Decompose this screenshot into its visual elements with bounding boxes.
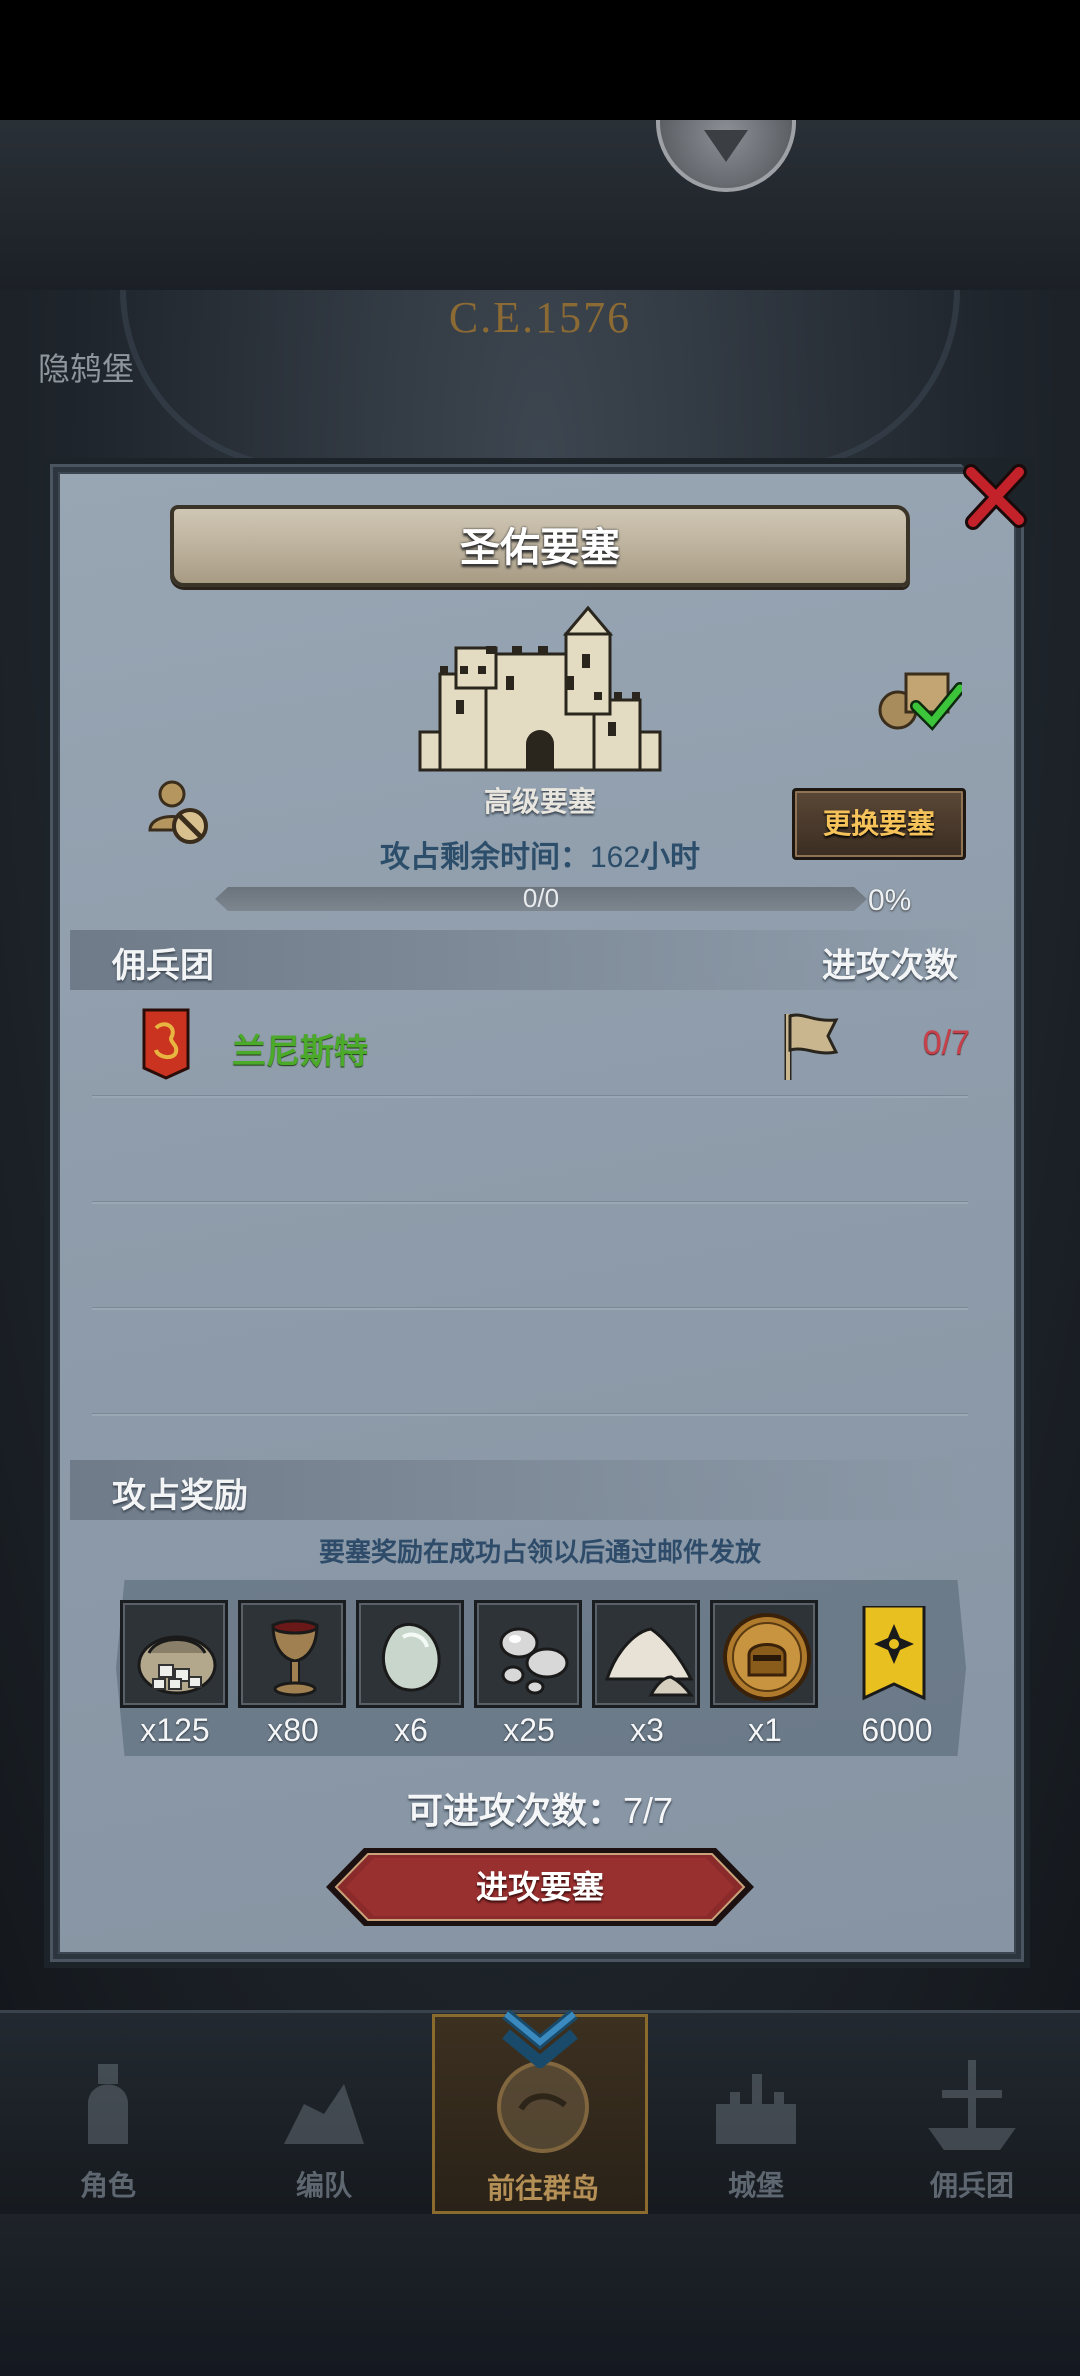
fortress-type-label: 高级要塞 (483, 786, 596, 817)
knight-helmet-medal-icon (723, 1613, 811, 1701)
reward-qty: x3 (630, 1712, 664, 1748)
close-button[interactable] (955, 458, 1035, 538)
nav-label: 城堡 (727, 2170, 784, 2201)
reward-qty: x6 (394, 1712, 428, 1748)
row-divider (92, 1308, 968, 1310)
gold-banner-icon (862, 1606, 926, 1701)
reward-item[interactable] (710, 1600, 818, 1708)
attacks-column-title: 进攻次数 (822, 947, 958, 985)
town-label: 隐鸫堡 (38, 351, 135, 387)
reward-item[interactable] (238, 1600, 346, 1708)
reward-qty: x25 (503, 1712, 555, 1748)
change-fortress-label: 更换要塞 (822, 808, 935, 839)
arrow-down-icon (704, 130, 748, 162)
timer-label: 攻占剩余时间： (379, 841, 590, 874)
status-bar-area (0, 0, 1080, 120)
close-icon (955, 458, 1035, 538)
map-compass-icon (497, 2061, 589, 2153)
lion-banner-icon (142, 1008, 190, 1080)
nav-label: 佣兵团 (929, 2170, 1014, 2201)
attack-flag-icon (784, 1013, 839, 1080)
timer-value: 162 (589, 841, 641, 874)
change-fortress-button[interactable]: 更换要塞 (792, 788, 966, 860)
reward-qty: x80 (267, 1712, 319, 1748)
silver-nuggets-icon (499, 1627, 569, 1695)
reward-qty: x125 (140, 1712, 210, 1748)
remaining-attacks-value: 7/7 (622, 1790, 674, 1831)
nav-label: 前往群岛 (486, 2173, 599, 2204)
knight-icon (88, 2064, 128, 2144)
progress-percent: 0% (868, 884, 912, 917)
reward-item[interactable] (474, 1600, 582, 1708)
gemstone-icon (381, 1622, 441, 1692)
active-tab-chevron-icon (502, 2009, 578, 2068)
nav-item-formation[interactable]: 编队 (216, 2014, 432, 2214)
goblet-icon (271, 1619, 319, 1697)
row-divider (92, 1202, 968, 1204)
timer-unit: 小时 (640, 841, 701, 874)
reward-item[interactable] (592, 1600, 700, 1708)
row-divider (92, 1096, 968, 1098)
nav-item-character[interactable]: 角色 (0, 2014, 216, 2214)
row-divider (92, 1414, 968, 1416)
attack-fortress-label: 进攻要塞 (475, 1869, 604, 1905)
system-bottom-bar (0, 2214, 1080, 2376)
ship-icon (928, 2060, 1016, 2150)
reward-qty: x1 (748, 1712, 782, 1748)
reward-qty: 6000 (861, 1712, 933, 1748)
calendar-date: C.E.1576 (448, 293, 632, 342)
reward-note: 要塞奖励在成功占领以后通过邮件发放 (318, 1537, 761, 1567)
fortress-title: 圣佑要塞 (460, 526, 620, 570)
capture-timer: 攻占剩余时间：162小时 (300, 832, 780, 876)
nav-item-mercenary[interactable]: 佣兵团 (864, 2014, 1080, 2214)
castle-nav-icon (716, 2074, 796, 2144)
top-bar (0, 120, 1080, 290)
salt-pile-icon (604, 1627, 695, 1697)
nav-label: 编队 (295, 2170, 352, 2201)
reward-item[interactable] (120, 1600, 228, 1708)
reward-item[interactable] (356, 1600, 464, 1708)
mercenary-attack-count: 0/7 (922, 1024, 970, 1062)
mercenary-name[interactable]: 兰尼斯特 (232, 1024, 368, 1073)
nav-item-castle[interactable]: 城堡 (648, 2014, 864, 2214)
castle-icon (418, 605, 662, 772)
reward-item[interactable] (840, 1600, 948, 1708)
nav-label: 角色 (79, 2170, 136, 2201)
progress-text: 0/0 (522, 883, 560, 913)
reward-section-title: 攻占奖励 (112, 1477, 248, 1515)
no-war-icon[interactable] (144, 778, 212, 846)
mercenary-column-title: 佣兵团 (112, 947, 214, 985)
remaining-attacks-label: 可进攻次数： (406, 1790, 623, 1831)
formation-icon (284, 2084, 364, 2144)
silver-ore-sack-icon (137, 1635, 217, 1695)
attack-fortress-button[interactable]: 进攻要塞 (324, 1846, 756, 1928)
supplies-check-icon[interactable] (876, 664, 962, 734)
remaining-attacks: 可进攻次数：7/7 (300, 1782, 780, 1834)
